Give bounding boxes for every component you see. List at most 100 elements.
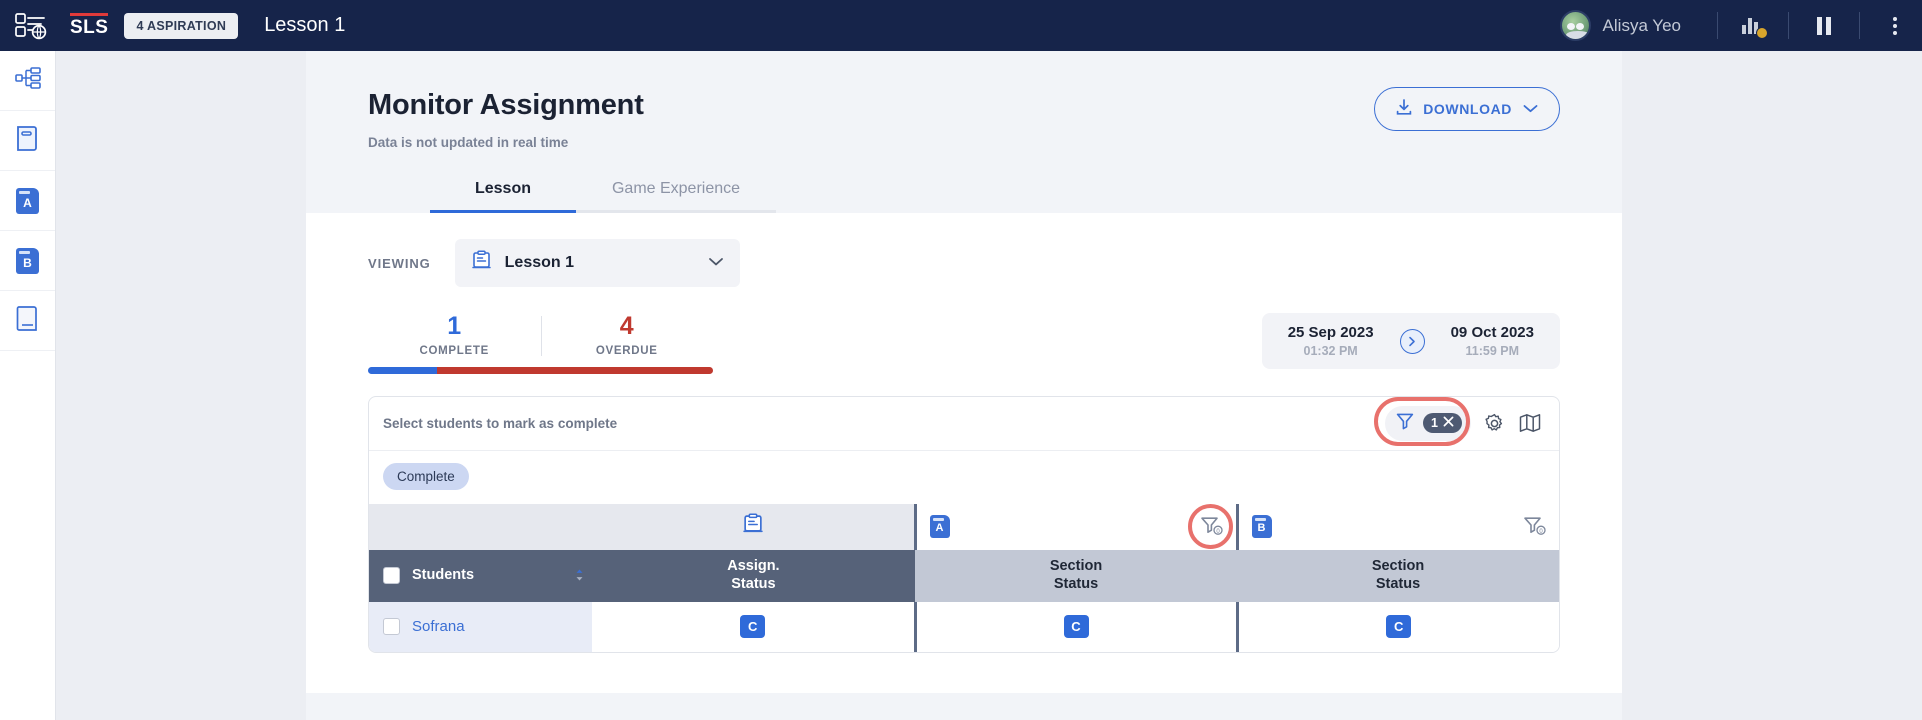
- topbar-lesson-title: Lesson 1: [264, 14, 346, 36]
- folder-a-icon: A: [16, 187, 39, 214]
- table-icon-row: A 0 B 0: [369, 503, 1559, 550]
- tab-game-experience[interactable]: Game Experience: [576, 180, 776, 213]
- status-badge[interactable]: C: [740, 615, 766, 638]
- section-status-line1: Section: [1049, 558, 1103, 575]
- stat-complete-label: COMPLETE: [419, 344, 489, 357]
- column-header-students[interactable]: Students: [369, 549, 592, 602]
- sidebar-item-section-a[interactable]: A: [0, 171, 55, 231]
- close-icon[interactable]: [1443, 416, 1454, 430]
- column-header-students-label: Students: [412, 566, 475, 583]
- page-body: VIEWING Lesson 1 1 COMPLETE 4 OVERDUE 25…: [306, 213, 1622, 693]
- sidebar-item-section-b[interactable]: B: [0, 231, 55, 291]
- completion-summary: 1 COMPLETE 4 OVERDUE: [368, 312, 714, 374]
- filter-button[interactable]: 1: [1385, 405, 1471, 441]
- table-toolbar: Select students to mark as complete 1: [369, 396, 1559, 451]
- lesson-select[interactable]: Lesson 1: [454, 239, 740, 287]
- assignment-globe-icon[interactable]: [14, 11, 48, 41]
- stat-overdue: 4 OVERDUE: [540, 312, 714, 357]
- icon-row-assign-cell: [591, 503, 916, 550]
- completion-progress-bar: [368, 366, 713, 374]
- lesson-select-value: Lesson 1: [504, 254, 574, 271]
- page-tabs: Lesson Game Experience: [368, 180, 1560, 213]
- stat-complete: 1 COMPLETE: [368, 312, 541, 357]
- sidebar-item-notebook[interactable]: [0, 291, 55, 351]
- viewing-row: VIEWING Lesson 1: [368, 213, 1560, 287]
- download-button-label: DOWNLOAD: [1423, 101, 1512, 117]
- section-a-filter-button[interactable]: 0: [1187, 504, 1233, 549]
- divider: [1788, 12, 1789, 39]
- status-badge[interactable]: C: [1063, 615, 1089, 638]
- date-range-display: 25 Sep 2023 01:32 PM 09 Oct 2023 11:59 P…: [1261, 313, 1560, 369]
- stats-row: 1 COMPLETE 4 OVERDUE 25 Sep 2023 01:32 P…: [368, 312, 1560, 374]
- stat-overdue-label: OVERDUE: [595, 344, 658, 357]
- section-b-status-cell: C: [1235, 601, 1559, 652]
- section-a-status-cell: C: [913, 601, 1237, 652]
- tab-lesson[interactable]: Lesson: [430, 180, 576, 213]
- students-table-card: Select students to mark as complete 1 Co…: [368, 395, 1560, 653]
- end-date: 09 Oct 2023: [1450, 324, 1534, 341]
- viewing-label: VIEWING: [368, 255, 431, 271]
- stat-complete-value: 1: [447, 312, 462, 340]
- toolbar-actions: 1: [1374, 396, 1543, 446]
- app-canvas: Monitor Assignment Data is not updated i…: [56, 51, 1922, 720]
- icon-row-section-b-cell: B 0: [1235, 503, 1559, 550]
- kebab-menu-icon[interactable]: [1878, 9, 1912, 43]
- monitor-assignment-page: Monitor Assignment Data is not updated i…: [306, 51, 1622, 720]
- topbar-right-group: Alisya Yeo: [1559, 0, 1922, 51]
- username-label: Alisya Yeo: [1602, 15, 1681, 35]
- icon-row-blank-cell: [369, 503, 592, 550]
- filter-icon: [1396, 412, 1414, 435]
- section-status-line2: Status: [1375, 575, 1421, 592]
- stats-coin-icon[interactable]: [1736, 9, 1770, 43]
- table-header-row: Students Assign. Status Section Status S…: [369, 549, 1559, 602]
- progress-overdue-segment: [437, 366, 713, 374]
- notebook-icon: [15, 305, 40, 337]
- gear-icon[interactable]: [1481, 410, 1507, 436]
- book-icon: [15, 125, 40, 157]
- left-icon-rail: A B: [0, 51, 56, 720]
- select-all-checkbox[interactable]: [383, 566, 400, 584]
- divider: [1859, 12, 1860, 39]
- column-header-section-a-status[interactable]: Section Status: [915, 549, 1237, 602]
- active-filter-chips: Complete: [369, 451, 1559, 504]
- folder-a-icon[interactable]: A: [929, 515, 950, 538]
- map-icon[interactable]: [1517, 410, 1543, 436]
- stat-overdue-value: 4: [619, 312, 634, 340]
- filter-count-value: 1: [1431, 416, 1438, 430]
- avatar[interactable]: [1559, 10, 1591, 41]
- section-status-line2: Status: [1053, 575, 1099, 592]
- folder-b-icon: B: [16, 247, 39, 274]
- chevron-down-icon: [1523, 101, 1538, 117]
- filter-count-badge[interactable]: 1: [1423, 413, 1462, 433]
- download-button[interactable]: DOWNLOAD: [1374, 87, 1560, 131]
- sidebar-item-book[interactable]: [0, 111, 55, 171]
- chevron-right-circle-icon[interactable]: [1399, 328, 1425, 354]
- assign-status-line2: Status: [731, 575, 776, 592]
- page-header: Monitor Assignment Data is not updated i…: [306, 51, 1622, 213]
- folder-b-icon[interactable]: B: [1251, 515, 1272, 538]
- class-chip[interactable]: 4 ASPIRATION: [124, 12, 239, 39]
- topbar-left-group: SLS 4 ASPIRATION Lesson 1: [0, 0, 345, 51]
- status-badge[interactable]: C: [1386, 615, 1412, 638]
- progress-complete-segment: [368, 366, 437, 374]
- table-row: Sofrana C C C: [369, 601, 1559, 652]
- section-b-filter-button[interactable]: 0: [1523, 515, 1546, 538]
- sitemap-icon: [14, 66, 41, 95]
- lesson-clipboard-icon: [471, 250, 492, 276]
- column-header-section-b-status[interactable]: Section Status: [1237, 549, 1559, 602]
- chevron-down-icon: [708, 254, 724, 272]
- row-checkbox[interactable]: [383, 618, 400, 635]
- lesson-clipboard-icon[interactable]: [742, 513, 764, 540]
- section-status-line1: Section: [1371, 558, 1425, 575]
- start-date: 25 Sep 2023: [1287, 324, 1374, 341]
- sidebar-item-sitemap[interactable]: [0, 51, 55, 111]
- sort-arrows-icon[interactable]: [575, 569, 584, 581]
- column-header-assign-status[interactable]: Assign. Status: [591, 549, 916, 602]
- student-name-link[interactable]: Sofrana: [412, 618, 465, 635]
- filter-chip-complete[interactable]: Complete: [383, 462, 469, 490]
- date-range-start: 25 Sep 2023 01:32 PM: [1288, 324, 1374, 358]
- student-name-cell: Sofrana: [369, 601, 592, 652]
- end-time: 11:59 PM: [1465, 344, 1520, 358]
- sls-logo[interactable]: SLS: [70, 12, 109, 39]
- pause-icon[interactable]: [1807, 9, 1841, 43]
